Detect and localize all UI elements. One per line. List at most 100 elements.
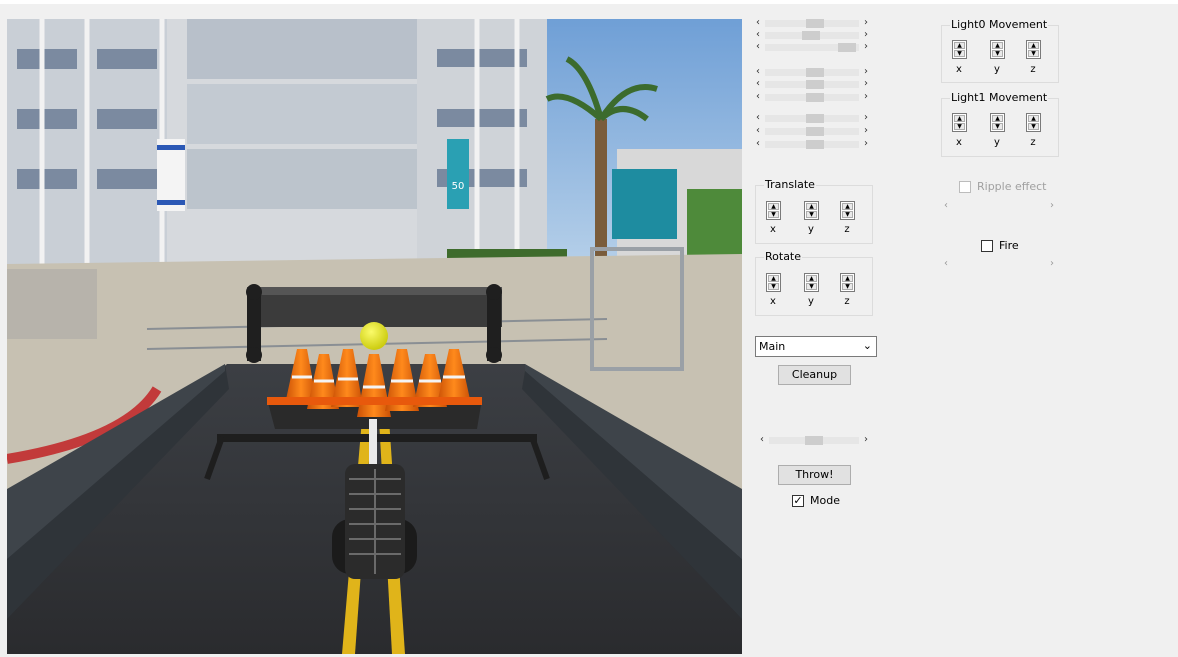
spin-down-icon[interactable]: ▼: [992, 123, 1003, 130]
scroll-left-icon[interactable]: ‹: [756, 137, 760, 150]
axis-label-x: x: [956, 64, 962, 75]
scroll-right-icon[interactable]: ›: [1050, 199, 1054, 212]
scroll-right-icon[interactable]: ›: [864, 77, 868, 90]
ripple-effect-checkbox[interactable]: [959, 181, 971, 193]
axis-label-y: y: [808, 296, 814, 307]
slider-3[interactable]: ‹ ›: [756, 40, 868, 53]
throw-button[interactable]: Throw!: [778, 465, 851, 485]
axis-label-y: y: [994, 137, 1000, 148]
slider-9[interactable]: ‹ ›: [756, 137, 868, 150]
slider-thumb[interactable]: [806, 19, 824, 28]
slider-thumb[interactable]: [805, 436, 823, 445]
spin-down-icon[interactable]: ▼: [842, 283, 853, 290]
fire-checkbox[interactable]: [981, 240, 993, 252]
translate-z-spinner[interactable]: ▲ ▼: [840, 201, 855, 220]
scroll-right-icon[interactable]: ›: [1050, 257, 1054, 270]
rotate-group: Rotate ▲ ▼ ▲ ▼ ▲ ▼ x y z: [755, 250, 873, 316]
light1-title: Light1 Movement: [950, 91, 1049, 105]
chevron-down-icon[interactable]: ⌄: [863, 338, 872, 354]
scroll-left-icon[interactable]: ‹: [756, 77, 760, 90]
slider-thumb[interactable]: [838, 43, 856, 52]
slider-5[interactable]: ‹ ›: [756, 77, 868, 90]
spin-up-icon[interactable]: ▲: [1028, 42, 1039, 49]
spin-up-icon[interactable]: ▲: [992, 115, 1003, 122]
check-icon: ✓: [793, 494, 803, 507]
spin-up-icon[interactable]: ▲: [768, 203, 779, 210]
scroll-right-icon[interactable]: ›: [864, 433, 868, 446]
view-select[interactable]: Main ⌄: [755, 336, 877, 357]
spin-up-icon[interactable]: ▲: [806, 275, 817, 282]
scroll-right-icon[interactable]: ›: [864, 90, 868, 103]
slider-thumb[interactable]: [802, 31, 820, 40]
spin-up-icon[interactable]: ▲: [768, 275, 779, 282]
slider-thumb[interactable]: [806, 93, 824, 102]
light1-z-spinner[interactable]: ▲ ▼: [1026, 113, 1041, 132]
spin-down-icon[interactable]: ▼: [806, 211, 817, 218]
scroll-left-icon[interactable]: ‹: [756, 90, 760, 103]
slider-thumb[interactable]: [806, 140, 824, 149]
spin-down-icon[interactable]: ▼: [1028, 123, 1039, 130]
scroll-right-icon[interactable]: ›: [864, 111, 868, 124]
rotate-z-spinner[interactable]: ▲ ▼: [840, 273, 855, 292]
spin-up-icon[interactable]: ▲: [806, 203, 817, 210]
slider-8[interactable]: ‹ ›: [756, 124, 868, 137]
slider-2[interactable]: ‹ ›: [756, 29, 868, 41]
cleanup-button[interactable]: Cleanup: [778, 365, 851, 385]
spin-up-icon[interactable]: ▲: [992, 42, 1003, 49]
axis-label-y: y: [808, 224, 814, 235]
scroll-left-icon[interactable]: ‹: [760, 433, 764, 446]
spin-down-icon[interactable]: ▼: [1028, 50, 1039, 57]
slider-4[interactable]: ‹ ›: [756, 66, 868, 78]
spin-down-icon[interactable]: ▼: [806, 283, 817, 290]
spin-up-icon[interactable]: ▲: [954, 115, 965, 122]
opengl-viewport[interactable]: 50: [7, 19, 742, 654]
light0-z-spinner[interactable]: ▲ ▼: [1026, 40, 1041, 59]
mode-checkbox[interactable]: ✓: [792, 495, 804, 507]
rotate-x-spinner[interactable]: ▲ ▼: [766, 273, 781, 292]
scene-sign-text: 50: [452, 181, 465, 192]
spin-down-icon[interactable]: ▼: [768, 283, 779, 290]
axis-label-z: z: [1030, 137, 1036, 148]
spin-down-icon[interactable]: ▼: [768, 211, 779, 218]
spin-down-icon[interactable]: ▼: [954, 123, 965, 130]
throw-slider[interactable]: ‹ ›: [760, 433, 868, 446]
spin-up-icon[interactable]: ▲: [842, 203, 853, 210]
rotate-y-spinner[interactable]: ▲ ▼: [804, 273, 819, 292]
slider-1[interactable]: ‹ ›: [756, 17, 868, 29]
scroll-right-icon[interactable]: ›: [864, 137, 868, 150]
slider-7[interactable]: ‹ ›: [756, 111, 868, 124]
slider-thumb[interactable]: [806, 80, 824, 89]
slider-6[interactable]: ‹ ›: [756, 90, 868, 103]
light1-y-spinner[interactable]: ▲ ▼: [990, 113, 1005, 132]
translate-group: Translate ▲ ▼ ▲ ▼ ▲ ▼ x y z: [755, 178, 873, 244]
spin-up-icon[interactable]: ▲: [842, 275, 853, 282]
translate-x-spinner[interactable]: ▲ ▼: [766, 201, 781, 220]
scroll-left-icon[interactable]: ‹: [756, 111, 760, 124]
scroll-left-icon[interactable]: ‹: [756, 124, 760, 137]
ripple-slider[interactable]: ‹ ›: [944, 199, 1054, 212]
slider-thumb[interactable]: [806, 114, 824, 123]
spin-down-icon[interactable]: ▼: [954, 50, 965, 57]
fire-slider[interactable]: ‹ ›: [944, 257, 1054, 270]
light0-x-spinner[interactable]: ▲ ▼: [952, 40, 967, 59]
axis-label-x: x: [770, 224, 776, 235]
spin-up-icon[interactable]: ▲: [1028, 115, 1039, 122]
fire-label: Fire: [999, 239, 1019, 252]
light0-movement-group: Light0 Movement ▲ ▼ ▲ ▼ ▲ ▼ x y z: [941, 18, 1059, 83]
slider-thumb[interactable]: [806, 127, 824, 136]
slider-thumb[interactable]: [806, 68, 824, 77]
axis-label-z: z: [1030, 64, 1036, 75]
light1-x-spinner[interactable]: ▲ ▼: [952, 113, 967, 132]
scroll-left-icon[interactable]: ‹: [756, 40, 760, 53]
spin-down-icon[interactable]: ▼: [992, 50, 1003, 57]
scroll-right-icon[interactable]: ›: [864, 124, 868, 137]
light0-title: Light0 Movement: [950, 18, 1049, 32]
translate-y-spinner[interactable]: ▲ ▼: [804, 201, 819, 220]
spin-down-icon[interactable]: ▼: [842, 211, 853, 218]
spin-up-icon[interactable]: ▲: [954, 42, 965, 49]
scroll-left-icon[interactable]: ‹: [944, 257, 948, 270]
axis-label-x: x: [956, 137, 962, 148]
light0-y-spinner[interactable]: ▲ ▼: [990, 40, 1005, 59]
scroll-left-icon[interactable]: ‹: [944, 199, 948, 212]
scroll-right-icon[interactable]: ›: [864, 40, 868, 53]
